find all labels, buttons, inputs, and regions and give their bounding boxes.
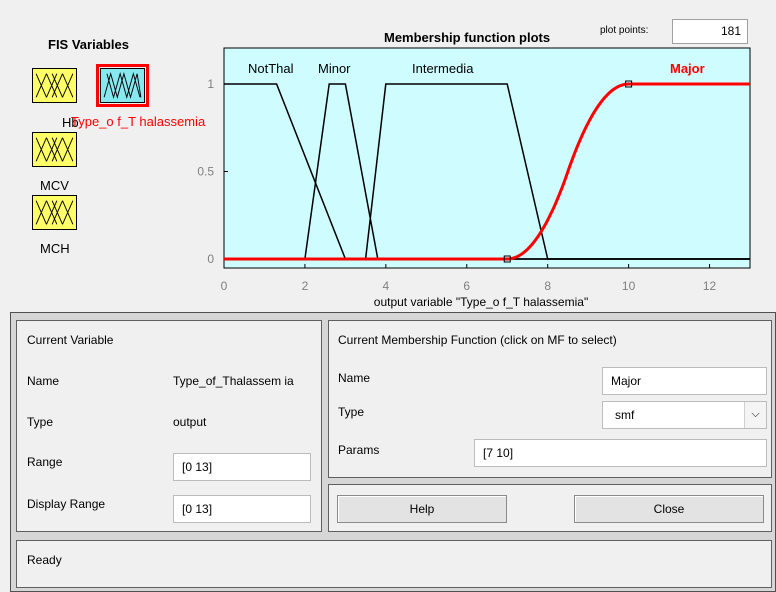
x-tick-label: 10 bbox=[622, 279, 636, 293]
x-tick-label: 12 bbox=[703, 279, 717, 293]
current-variable-header: Current Variable bbox=[27, 333, 114, 347]
y-tick-label: 0.5 bbox=[197, 165, 214, 179]
current-mf-panel: Current Membership Function (click on MF… bbox=[328, 320, 772, 478]
status-bar: Ready bbox=[16, 540, 772, 588]
variable-range-label: Range bbox=[27, 455, 63, 469]
display-range-label: Display Range bbox=[27, 497, 106, 511]
mf-label-intermedia: Intermedia bbox=[412, 61, 474, 76]
mf-type-value: smf bbox=[615, 408, 635, 422]
x-tick-label: 0 bbox=[221, 279, 228, 293]
mf-type-label: Type bbox=[338, 405, 365, 419]
variable-name-value: Type_of_Thalassem ia bbox=[173, 374, 294, 388]
variable-name-label: Name bbox=[27, 374, 60, 388]
x-tick-label: 2 bbox=[302, 279, 309, 293]
mf-label-minor: Minor bbox=[318, 61, 351, 76]
buttons-panel: Help Close bbox=[328, 484, 772, 532]
display-range-input[interactable]: [0 13] bbox=[173, 495, 311, 523]
range-input[interactable]: [0 13] bbox=[173, 453, 311, 481]
mf-label-major: Major bbox=[670, 61, 705, 76]
y-tick-label: 0 bbox=[207, 252, 214, 266]
help-button[interactable]: Help bbox=[337, 495, 507, 523]
close-button[interactable]: Close bbox=[574, 495, 764, 523]
variable-type-label: Type bbox=[27, 415, 54, 429]
top-area: FIS Variables Hb Type_o f_T halassemia M… bbox=[0, 0, 776, 312]
mf-type-select[interactable]: smf ⌵ bbox=[602, 401, 767, 429]
status-text: Ready bbox=[27, 553, 62, 567]
x-tick-label: 8 bbox=[544, 279, 551, 293]
mf-name-label: Name bbox=[338, 371, 371, 385]
y-tick-label: 1 bbox=[207, 77, 214, 91]
variable-type-value: output bbox=[173, 415, 207, 429]
x-axis-label: output variable "Type_o f_T halassemia" bbox=[374, 295, 588, 309]
mf-params-label: Params bbox=[338, 443, 380, 457]
mf-label-notthal: NotThal bbox=[248, 61, 294, 76]
membership-function-plot[interactable]: 0 2 4 6 8 10 12 0 0.5 1 output variable "Type_o f_… bbox=[0, 0, 776, 312]
chevron-down-icon[interactable]: ⌵ bbox=[744, 402, 766, 428]
x-tick-label: 6 bbox=[463, 279, 470, 293]
current-mf-header: Current Membership Function (click on MF… bbox=[338, 333, 617, 347]
current-variable-panel: Current Variable Name Type_of_Thalassem … bbox=[16, 320, 322, 532]
mf-name-input[interactable]: Major bbox=[602, 367, 767, 395]
x-tick-label: 4 bbox=[383, 279, 390, 293]
plot-area bbox=[223, 47, 751, 269]
mf-params-input[interactable]: [7 10] bbox=[474, 439, 767, 467]
